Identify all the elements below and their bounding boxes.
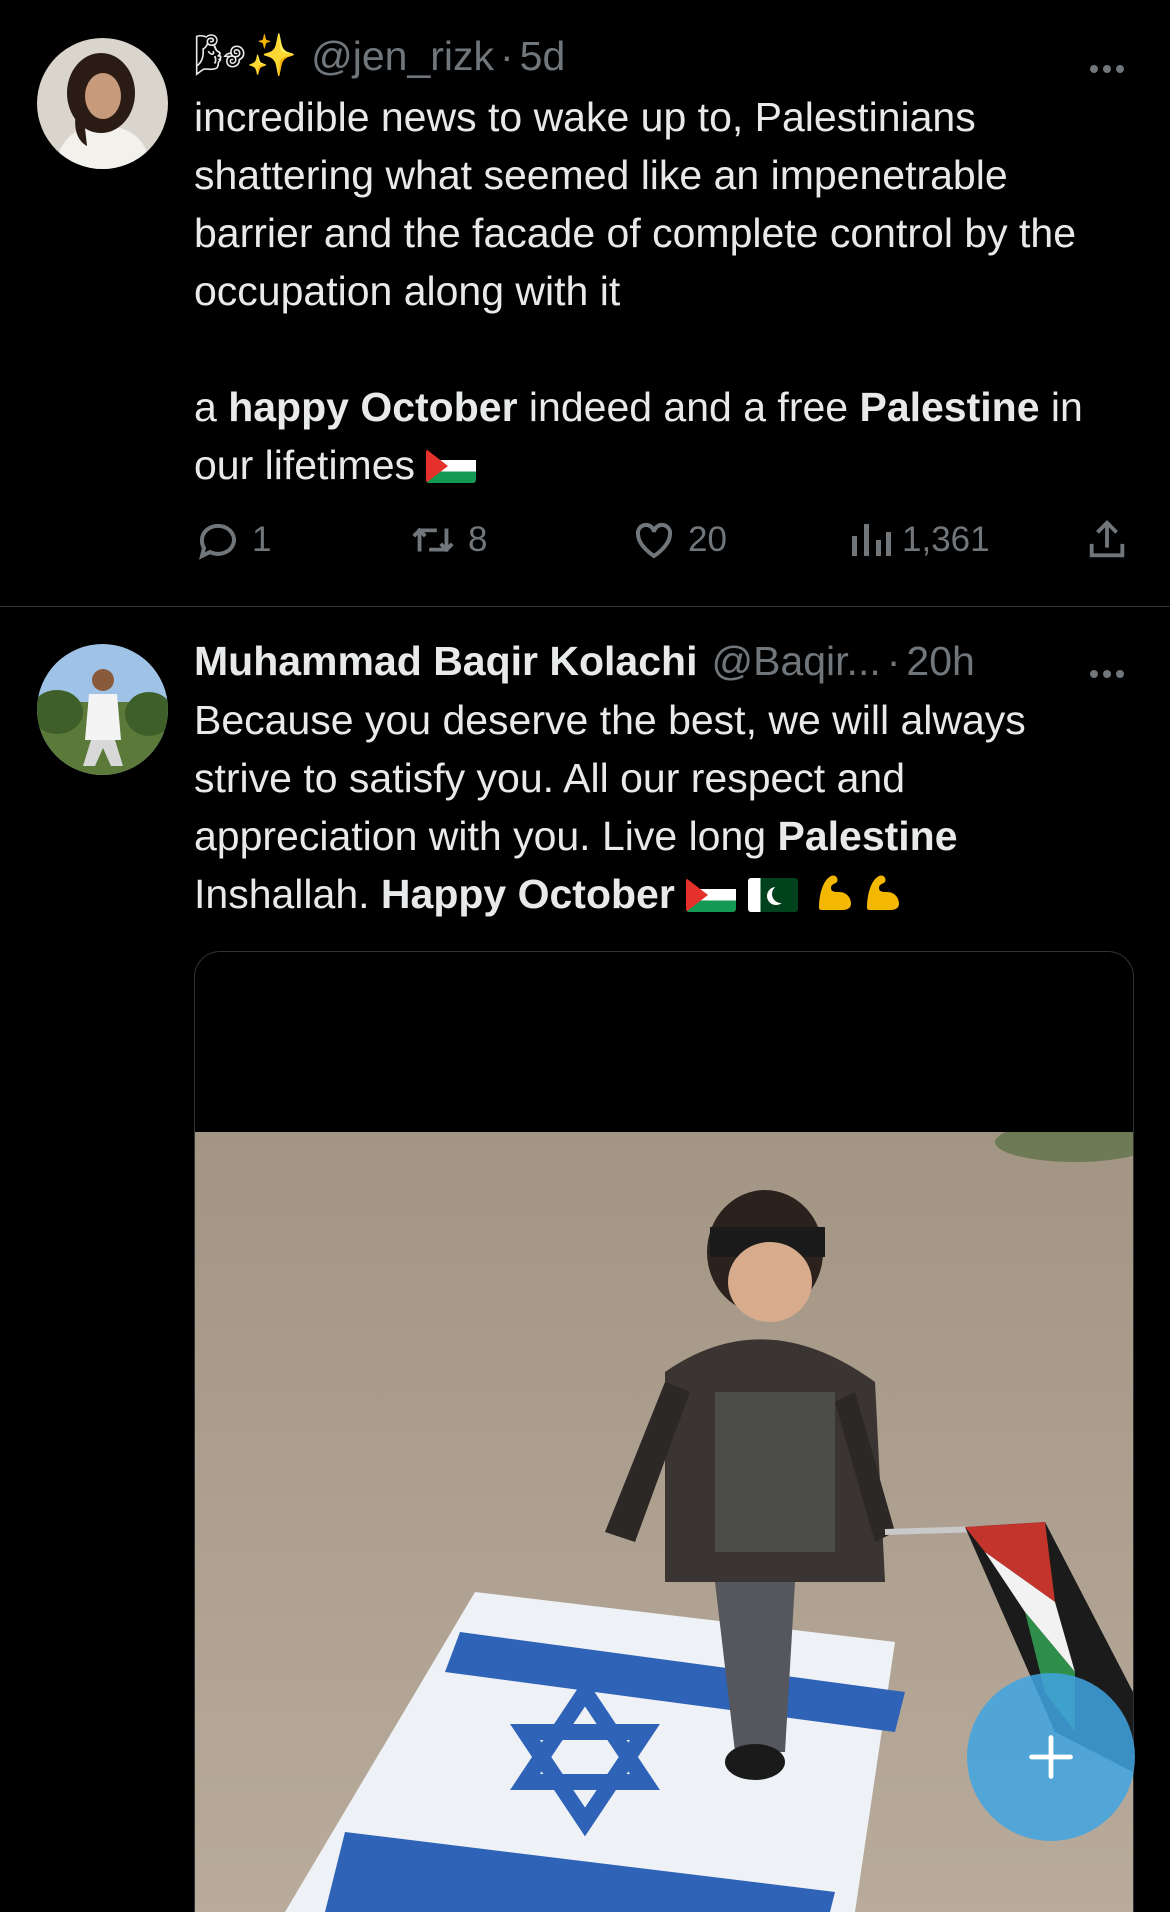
handle[interactable]: @Baqir... xyxy=(711,638,880,685)
tweet-text: incredible news to wake up to, Palestini… xyxy=(194,88,1120,494)
like-button[interactable]: 20 xyxy=(630,512,727,568)
tweet[interactable]: Muhammad Baqir Kolachi @Baqir... · 20h B… xyxy=(0,607,1170,1912)
palestine-flag-icon xyxy=(426,449,477,483)
flexed-biceps-icon xyxy=(867,875,900,910)
timestamp[interactable]: 5d xyxy=(520,33,566,80)
more-icon[interactable] xyxy=(1090,641,1130,678)
tweet-paragraph: a happy October indeed and a free Palest… xyxy=(194,378,1120,494)
text-run: a xyxy=(194,384,229,430)
text-run: Inshallah. xyxy=(194,871,381,917)
separator: · xyxy=(500,32,514,79)
display-name-emoji[interactable]: 🌬✨ xyxy=(194,32,297,80)
palestine-flag-icon xyxy=(686,878,737,912)
tweet-actions: 1 8 20 1,361 xyxy=(194,512,1134,568)
text-run: indeed and a free xyxy=(517,384,860,430)
reply-icon xyxy=(199,523,236,560)
share-icon xyxy=(1089,520,1125,558)
views-button[interactable]: 1,361 xyxy=(848,512,990,568)
tweet-paragraph: incredible news to wake up to, Palestini… xyxy=(194,94,1077,314)
retweet-icon xyxy=(412,527,454,553)
separator: · xyxy=(886,637,901,684)
avatar[interactable] xyxy=(37,38,168,169)
heart-icon xyxy=(635,522,673,559)
more-icon[interactable] xyxy=(1090,36,1130,73)
tweet-text: Because you deserve the best, we will al… xyxy=(194,691,1120,923)
avatar[interactable] xyxy=(37,644,168,775)
compose-button[interactable] xyxy=(967,1673,1135,1841)
handle[interactable]: @jen_rizk xyxy=(311,33,494,80)
tweet-header: 🌬✨ @jen_rizk · 5d xyxy=(194,28,1130,84)
bold-text: Palestine xyxy=(859,384,1040,430)
bold-text: happy October xyxy=(228,384,518,430)
bold-text: Palestine xyxy=(777,813,958,859)
display-name[interactable]: Muhammad Baqir Kolachi xyxy=(194,638,697,685)
reply-count: 1 xyxy=(252,520,272,559)
share-button[interactable] xyxy=(1084,512,1140,568)
bold-text: Happy October xyxy=(380,871,675,917)
reply-button[interactable]: 1 xyxy=(194,512,271,568)
retweet-button[interactable]: 8 xyxy=(408,512,487,568)
views-icon xyxy=(852,524,891,556)
retweet-count: 8 xyxy=(468,520,488,559)
views-count: 1,361 xyxy=(902,520,990,559)
tweet[interactable]: 🌬✨ @jen_rizk · 5d incredible news to wak… xyxy=(0,0,1170,607)
like-count: 20 xyxy=(688,520,727,559)
plus-icon xyxy=(1029,1735,1073,1779)
timestamp[interactable]: 20h xyxy=(906,638,974,685)
flexed-biceps-icon xyxy=(819,875,852,910)
pakistan-flag-icon xyxy=(747,878,798,912)
tweet-header: Muhammad Baqir Kolachi @Baqir... · 20h xyxy=(194,633,1130,689)
tweet-paragraph: Because you deserve the best, we will al… xyxy=(194,691,1120,923)
